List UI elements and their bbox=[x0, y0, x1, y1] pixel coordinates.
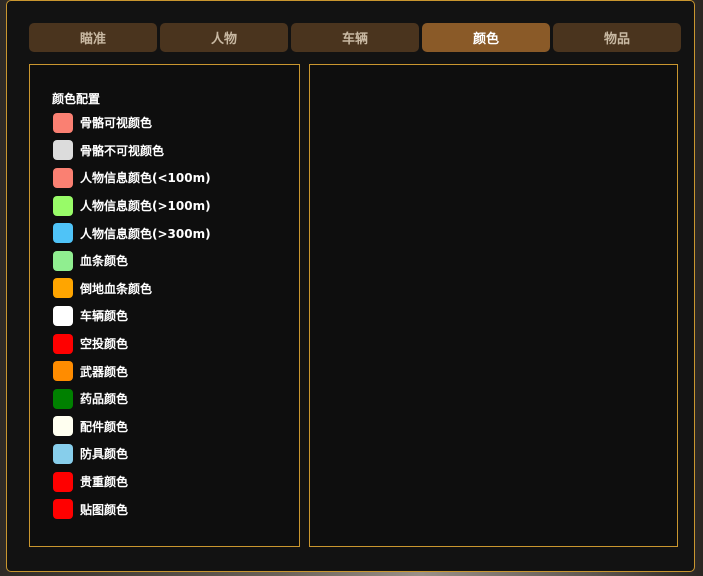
color-item-health-bar[interactable]: 血条颜色 bbox=[53, 247, 211, 275]
section-title: 颜色配置 bbox=[52, 92, 101, 106]
color-label: 武器颜色 bbox=[80, 364, 129, 379]
color-label: 贵重颜色 bbox=[80, 475, 129, 490]
color-swatch[interactable] bbox=[53, 140, 73, 161]
color-config-panel: 颜色配置 骨骼可视颜色 骨骼不可视颜色 人物信息颜色(<100m) 人物信息颜色… bbox=[29, 64, 300, 547]
color-swatch[interactable] bbox=[53, 499, 73, 520]
color-item-armor[interactable]: 防具颜色 bbox=[53, 440, 211, 468]
color-swatch[interactable] bbox=[53, 388, 73, 409]
color-swatch[interactable] bbox=[53, 223, 73, 244]
color-label: 车辆颜色 bbox=[80, 309, 129, 324]
tab-player[interactable]: 人物 bbox=[160, 23, 288, 52]
color-swatch[interactable] bbox=[53, 167, 73, 188]
tab-aim[interactable]: 瞄准 bbox=[29, 23, 157, 52]
color-item-player-info-gt300[interactable]: 人物信息颜色(>300m) bbox=[53, 219, 211, 247]
tab-vehicle[interactable]: 车辆 bbox=[291, 23, 419, 52]
color-item-skeleton-visible[interactable]: 骨骼可视颜色 bbox=[53, 109, 211, 137]
color-label: 药品颜色 bbox=[80, 392, 129, 407]
color-label: 骨骼可视颜色 bbox=[80, 116, 153, 131]
color-item-player-info-lt100[interactable]: 人物信息颜色(<100m) bbox=[53, 164, 211, 192]
color-label: 血条颜色 bbox=[80, 254, 129, 269]
color-item-texture[interactable]: 贴图颜色 bbox=[53, 495, 211, 523]
color-item-vehicle[interactable]: 车辆颜色 bbox=[53, 302, 211, 330]
color-item-valuable[interactable]: 贵重颜色 bbox=[53, 468, 211, 496]
color-swatch[interactable] bbox=[53, 361, 73, 382]
color-swatch[interactable] bbox=[53, 471, 73, 492]
color-label: 防具颜色 bbox=[80, 447, 129, 462]
color-label: 倒地血条颜色 bbox=[80, 281, 153, 296]
color-list: 骨骼可视颜色 骨骼不可视颜色 人物信息颜色(<100m) 人物信息颜色(>100… bbox=[53, 109, 211, 523]
settings-window: 瞄准 人物 车辆 颜色 物品 颜色配置 骨骼可视颜色 骨骼不可视颜色 人物信息颜… bbox=[6, 0, 695, 572]
color-item-knocked-health-bar[interactable]: 倒地血条颜色 bbox=[53, 275, 211, 303]
tab-color[interactable]: 颜色 bbox=[422, 23, 550, 52]
color-item-weapon[interactable]: 武器颜色 bbox=[53, 357, 211, 385]
detail-panel bbox=[309, 64, 678, 547]
color-swatch[interactable] bbox=[53, 112, 73, 133]
color-swatch[interactable] bbox=[53, 250, 73, 271]
color-label: 空投颜色 bbox=[80, 337, 129, 352]
color-item-airdrop[interactable]: 空投颜色 bbox=[53, 330, 211, 358]
color-swatch[interactable] bbox=[53, 416, 73, 437]
color-item-attachment[interactable]: 配件颜色 bbox=[53, 413, 211, 441]
color-swatch[interactable] bbox=[53, 278, 73, 299]
color-item-skeleton-hidden[interactable]: 骨骼不可视颜色 bbox=[53, 137, 211, 165]
color-item-player-info-gt100[interactable]: 人物信息颜色(>100m) bbox=[53, 192, 211, 220]
color-swatch[interactable] bbox=[53, 305, 73, 326]
color-label: 人物信息颜色(>300m) bbox=[80, 226, 211, 241]
tab-items[interactable]: 物品 bbox=[553, 23, 681, 52]
tab-bar: 瞄准 人物 车辆 颜色 物品 bbox=[29, 23, 681, 52]
color-label: 骨骼不可视颜色 bbox=[80, 143, 165, 158]
color-swatch[interactable] bbox=[53, 443, 73, 464]
color-label: 人物信息颜色(>100m) bbox=[80, 199, 211, 214]
color-swatch[interactable] bbox=[53, 333, 73, 354]
color-swatch[interactable] bbox=[53, 195, 73, 216]
color-label: 人物信息颜色(<100m) bbox=[80, 171, 211, 186]
color-item-medicine[interactable]: 药品颜色 bbox=[53, 385, 211, 413]
color-label: 贴图颜色 bbox=[80, 502, 129, 517]
color-label: 配件颜色 bbox=[80, 419, 129, 434]
